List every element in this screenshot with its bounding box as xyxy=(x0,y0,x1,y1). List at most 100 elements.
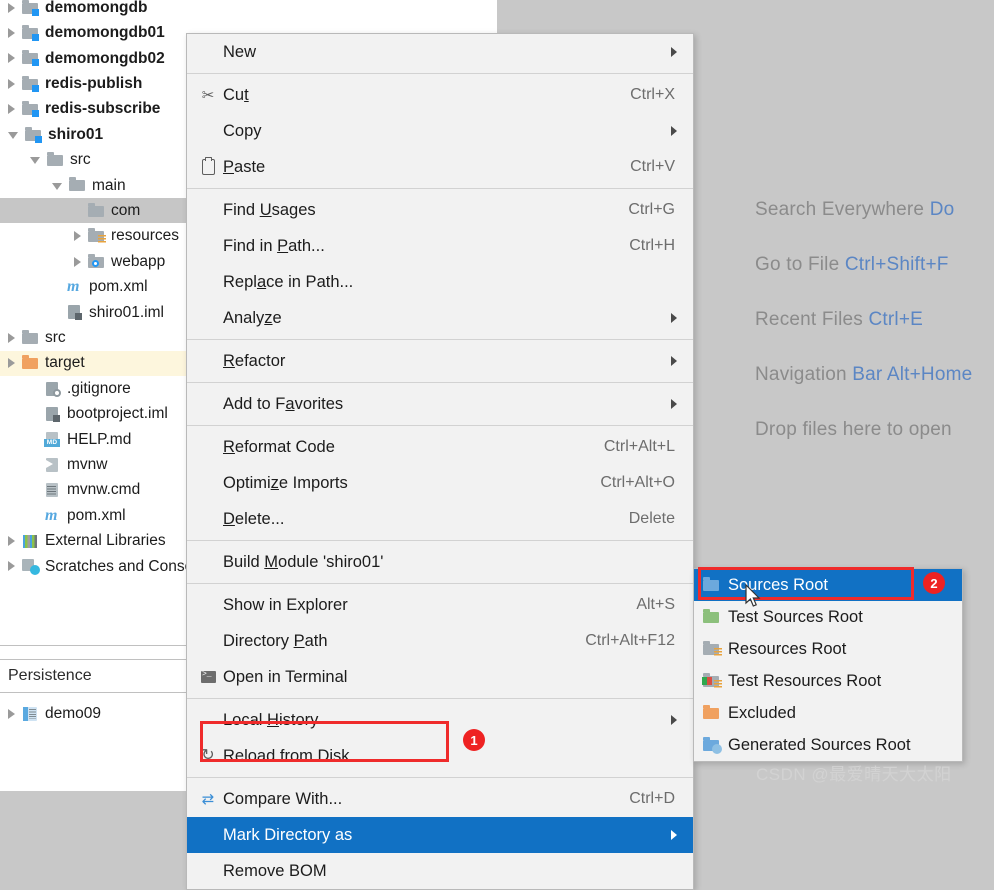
menu-separator xyxy=(187,188,693,189)
markdown-file-icon: MD xyxy=(43,431,61,448)
menu-item-copy[interactable]: Copy xyxy=(187,113,693,149)
cut-icon: ✂ xyxy=(201,86,215,104)
tree-item-label: redis-subscribe xyxy=(45,100,161,118)
chevron-right-icon xyxy=(671,47,677,57)
hint-label: Recent Files xyxy=(755,309,869,330)
tree-item-label: com xyxy=(111,201,141,219)
submenu-item-label: Test Resources Root xyxy=(728,671,882,690)
hint-shortcut: Bar Alt+Home xyxy=(852,364,973,385)
menu-item-shortcut: Ctrl+H xyxy=(629,237,675,254)
chevron-right-icon[interactable] xyxy=(8,2,15,13)
submenu-item-label: Resources Root xyxy=(728,639,847,658)
menu-item-shortcut: Alt+S xyxy=(636,596,675,613)
menu-item-label: New xyxy=(223,42,257,61)
chevron-right-icon[interactable] xyxy=(8,332,15,343)
chevron-right-icon[interactable] xyxy=(8,535,15,546)
hint-label: Drop files here to open xyxy=(755,419,952,440)
menu-item-show-in-explorer[interactable]: Show in Explorer Alt+S xyxy=(187,587,693,623)
menu-item-shortcut: Ctrl+Alt+L xyxy=(603,438,675,455)
text-file-icon xyxy=(43,482,61,498)
menu-separator xyxy=(187,698,693,699)
menu-item-build-module-shiro01[interactable]: Build Module 'shiro01' xyxy=(187,544,693,580)
hint-search-everywhere: Search Everywhere Do xyxy=(755,199,954,221)
menu-item-label: Paste xyxy=(223,157,266,176)
chevron-right-icon[interactable] xyxy=(8,708,15,719)
hint-label: Go to File xyxy=(755,254,845,275)
chevron-right-icon[interactable] xyxy=(8,53,15,64)
chevron-down-icon[interactable] xyxy=(52,182,62,190)
tree-item-label: main xyxy=(92,176,126,194)
submenu-item-test-sources-root[interactable]: Test Sources Root xyxy=(694,601,962,633)
persistence-item-label: demo09 xyxy=(45,704,102,722)
watermark: CSDN @最爱晴天大太阳 xyxy=(756,765,952,784)
menu-item-optimize-imports[interactable]: Optimize Imports Ctrl+Alt+O xyxy=(187,465,693,501)
menu-item-find-usages[interactable]: Find Usages Ctrl+G xyxy=(187,192,693,228)
paste-icon xyxy=(201,157,215,175)
submenu-item-label: Generated Sources Root xyxy=(728,735,911,754)
menu-separator xyxy=(187,339,693,340)
tree-item-label: demomongdb01 xyxy=(45,24,165,42)
menu-item-cut[interactable]: ✂ Cut Ctrl+X xyxy=(187,77,693,113)
menu-item-new[interactable]: New xyxy=(187,34,693,70)
chevron-right-icon xyxy=(671,399,677,409)
folder-icon xyxy=(68,177,86,193)
menu-item-analyze[interactable]: Analyze xyxy=(187,300,693,336)
menu-item-directory-path[interactable]: Directory Path Ctrl+Alt+F12 xyxy=(187,623,693,659)
tree-item-label: bootproject.iml xyxy=(67,405,168,423)
tree-item-label: demomongdb02 xyxy=(45,49,165,67)
menu-separator xyxy=(187,540,693,541)
script-file-icon xyxy=(43,457,61,473)
submenu-item-test-resources-root[interactable]: Test Resources Root xyxy=(694,665,962,697)
menu-item-mark-directory-as[interactable]: Mark Directory as xyxy=(187,817,693,853)
menu-item-open-in-terminal[interactable]: Open in Terminal xyxy=(187,659,693,695)
chevron-right-icon xyxy=(671,356,677,366)
chevron-right-icon[interactable] xyxy=(8,561,15,572)
menu-item-label: Build Module 'shiro01' xyxy=(223,552,384,571)
menu-item-paste[interactable]: Paste Ctrl+V xyxy=(187,149,693,185)
tree-item-label: mvnw xyxy=(67,455,108,473)
hint-drop-files: Drop files here to open xyxy=(755,419,952,441)
menu-item-remove-bom[interactable]: Remove BOM xyxy=(187,853,693,889)
chevron-right-icon[interactable] xyxy=(8,78,15,89)
maven-file-icon: m xyxy=(67,277,80,295)
menu-item-delete[interactable]: Delete... Delete xyxy=(187,501,693,537)
menu-item-refactor[interactable]: Refactor xyxy=(187,343,693,379)
menu-item-shortcut: Ctrl+X xyxy=(630,86,675,103)
tree-item-demomongdb[interactable]: demomongdb xyxy=(0,0,497,20)
compare-icon: ⇄ xyxy=(201,790,215,808)
folder-icon xyxy=(21,329,39,346)
tree-item-label: src xyxy=(45,328,66,346)
menu-item-reformat-code[interactable]: Reformat Code Ctrl+Alt+L xyxy=(187,429,693,465)
resources-folder-icon xyxy=(702,641,722,657)
annotation-badge-2: 2 xyxy=(923,572,945,594)
chevron-right-icon[interactable] xyxy=(8,27,15,38)
generated-sources-folder-icon xyxy=(702,737,722,754)
section-header-label: Persistence xyxy=(8,667,92,684)
module-folder-icon xyxy=(24,126,42,143)
module-folder-icon xyxy=(21,101,39,118)
menu-item-label: Cut xyxy=(223,85,249,104)
chevron-right-icon xyxy=(671,715,677,725)
menu-item-compare-with[interactable]: ⇄ Compare With... Ctrl+D xyxy=(187,781,693,817)
chevron-right-icon[interactable] xyxy=(8,104,15,115)
chevron-down-icon[interactable] xyxy=(30,157,40,165)
chevron-right-icon[interactable] xyxy=(8,358,15,369)
submenu-item-excluded[interactable]: Excluded xyxy=(694,697,962,729)
menu-item-find-in-path[interactable]: Find in Path... Ctrl+H xyxy=(187,228,693,264)
menu-item-label: Remove BOM xyxy=(223,861,327,880)
chevron-down-icon[interactable] xyxy=(8,132,18,139)
iml-file-icon xyxy=(43,406,61,422)
hint-shortcut: Ctrl+Shift+F xyxy=(844,254,949,275)
submenu-item-resources-root[interactable]: Resources Root xyxy=(694,633,962,665)
hint-shortcut: Ctrl+E xyxy=(868,309,924,330)
chevron-right-icon[interactable] xyxy=(74,231,81,242)
menu-item-label: Add to Favorites xyxy=(223,394,344,413)
menu-item-label: Find in Path... xyxy=(223,236,325,255)
tree-item-label: demomongdb xyxy=(45,0,148,16)
submenu-item-label: Test Sources Root xyxy=(728,607,863,626)
menu-item-add-to-favorites[interactable]: Add to Favorites xyxy=(187,386,693,422)
module-folder-icon xyxy=(21,75,39,92)
menu-item-replace-in-path[interactable]: Replace in Path... xyxy=(187,264,693,300)
chevron-right-icon[interactable] xyxy=(74,256,81,267)
submenu-item-generated-sources-root[interactable]: Generated Sources Root xyxy=(694,729,962,761)
